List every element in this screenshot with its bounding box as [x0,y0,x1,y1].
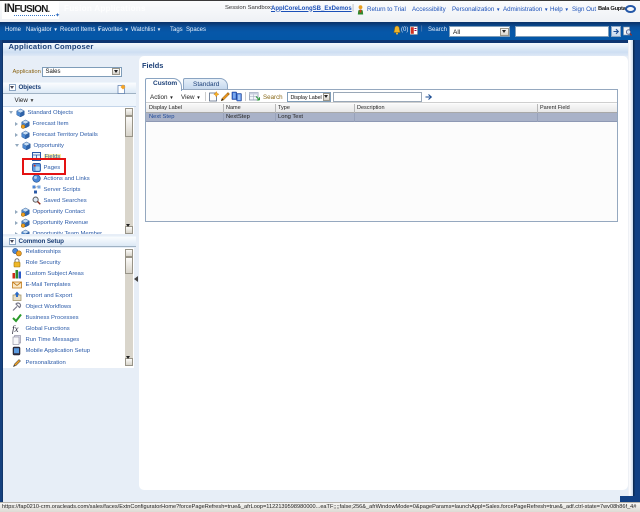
svg-text:fx: fx [12,324,19,334]
